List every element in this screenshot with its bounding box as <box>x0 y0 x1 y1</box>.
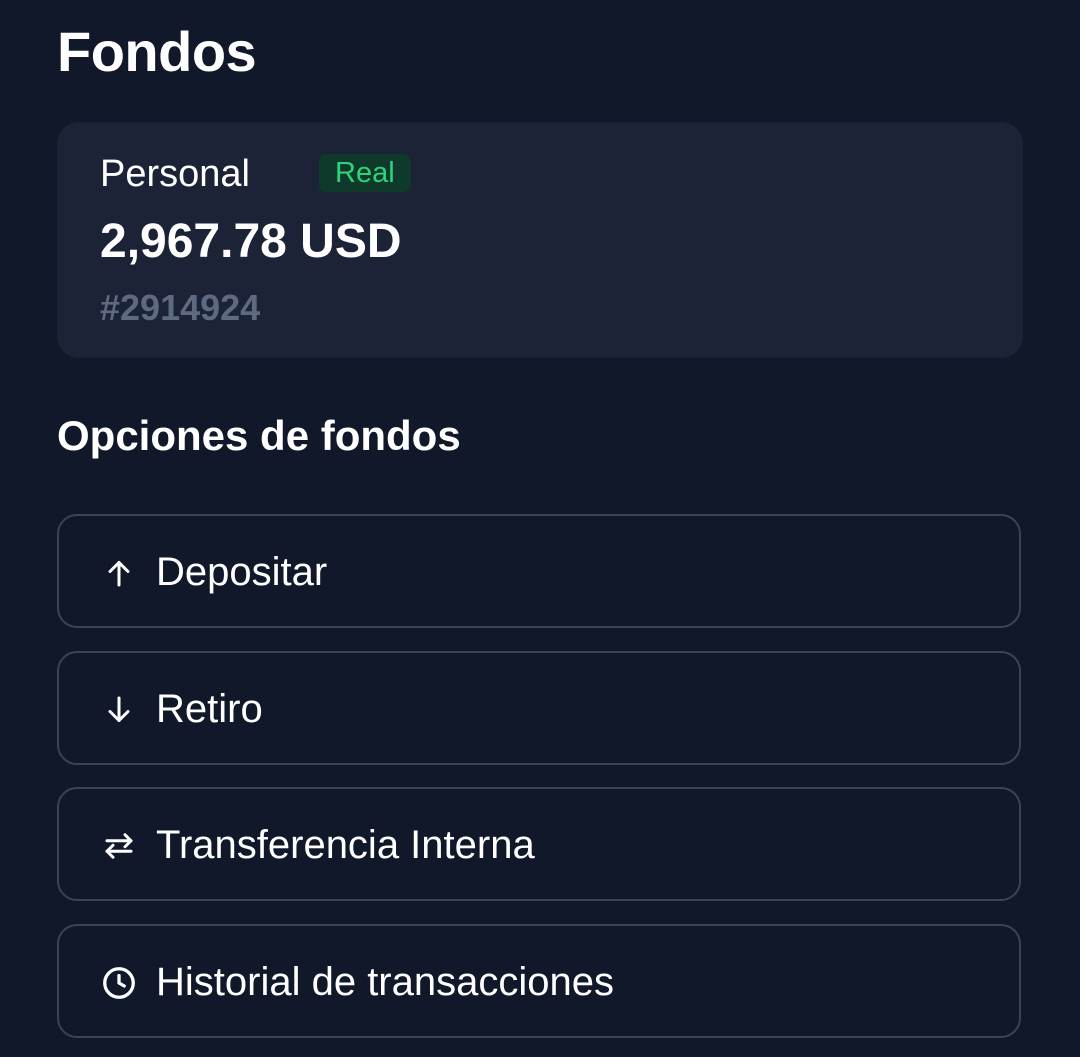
transaction-history-label: Historial de transacciones <box>156 960 614 1004</box>
account-number: #2914924 <box>100 287 261 328</box>
page-title: Fondos <box>57 20 257 83</box>
account-type-label: Personal <box>100 153 250 195</box>
arrow-up-icon <box>101 555 137 591</box>
withdrawal-button[interactable]: Retiro <box>57 651 1021 765</box>
deposit-button[interactable]: Depositar <box>57 514 1021 628</box>
funding-options-title: Opciones de fondos <box>57 412 461 459</box>
account-balance: 2,967.78 USD <box>100 215 402 268</box>
arrow-down-icon <box>101 692 137 728</box>
internal-transfer-label: Transferencia Interna <box>156 823 535 867</box>
deposit-label: Depositar <box>156 550 328 594</box>
internal-transfer-button[interactable]: Transferencia Interna <box>57 787 1021 901</box>
withdrawal-label: Retiro <box>156 687 263 731</box>
clock-icon <box>101 965 137 1001</box>
transaction-history-button[interactable]: Historial de transacciones <box>57 924 1021 1038</box>
account-card[interactable]: Personal Real 2,967.78 USD #2914924 <box>57 122 1023 358</box>
account-status-badge: Real <box>319 154 411 192</box>
funds-page: Fondos Personal Real 2,967.78 USD #29149… <box>0 0 1080 1057</box>
transfer-arrows-icon <box>101 828 137 864</box>
